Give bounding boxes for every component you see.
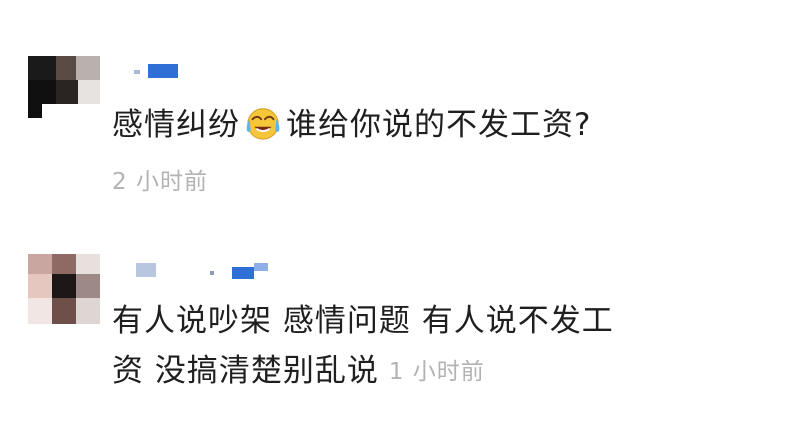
comment-1: 感情纠纷 谁给你说的不发工资? 2 小时前 [0, 0, 800, 220]
avatar[interactable] [28, 254, 100, 326]
username[interactable] [134, 64, 178, 80]
comment-text-part: 资 没搞清楚别乱说 [112, 353, 379, 389]
avatar[interactable] [28, 56, 100, 128]
timestamp: 2 小时前 [112, 169, 208, 195]
comment-text: 有人说吵架 感情问题 有人说不发工 资 没搞清楚别乱说 1 小时前 [112, 296, 614, 397]
comment-text-part: 谁给你说的不发工资? [286, 107, 592, 143]
username[interactable] [136, 263, 268, 279]
comment-2: 有人说吵架 感情问题 有人说不发工 资 没搞清楚别乱说 1 小时前 [0, 230, 800, 448]
crying-laughing-emoji-icon [246, 108, 280, 140]
comment-text-part: 感情纠纷 [112, 107, 240, 143]
timestamp: 1 小时前 [388, 359, 485, 385]
comment-text-line: 资 没搞清楚别乱说 1 小时前 [112, 346, 614, 397]
comment-text-line: 有人说吵架 感情问题 有人说不发工 [112, 303, 614, 339]
comment-text: 感情纠纷 谁给你说的不发工资? [112, 100, 591, 150]
